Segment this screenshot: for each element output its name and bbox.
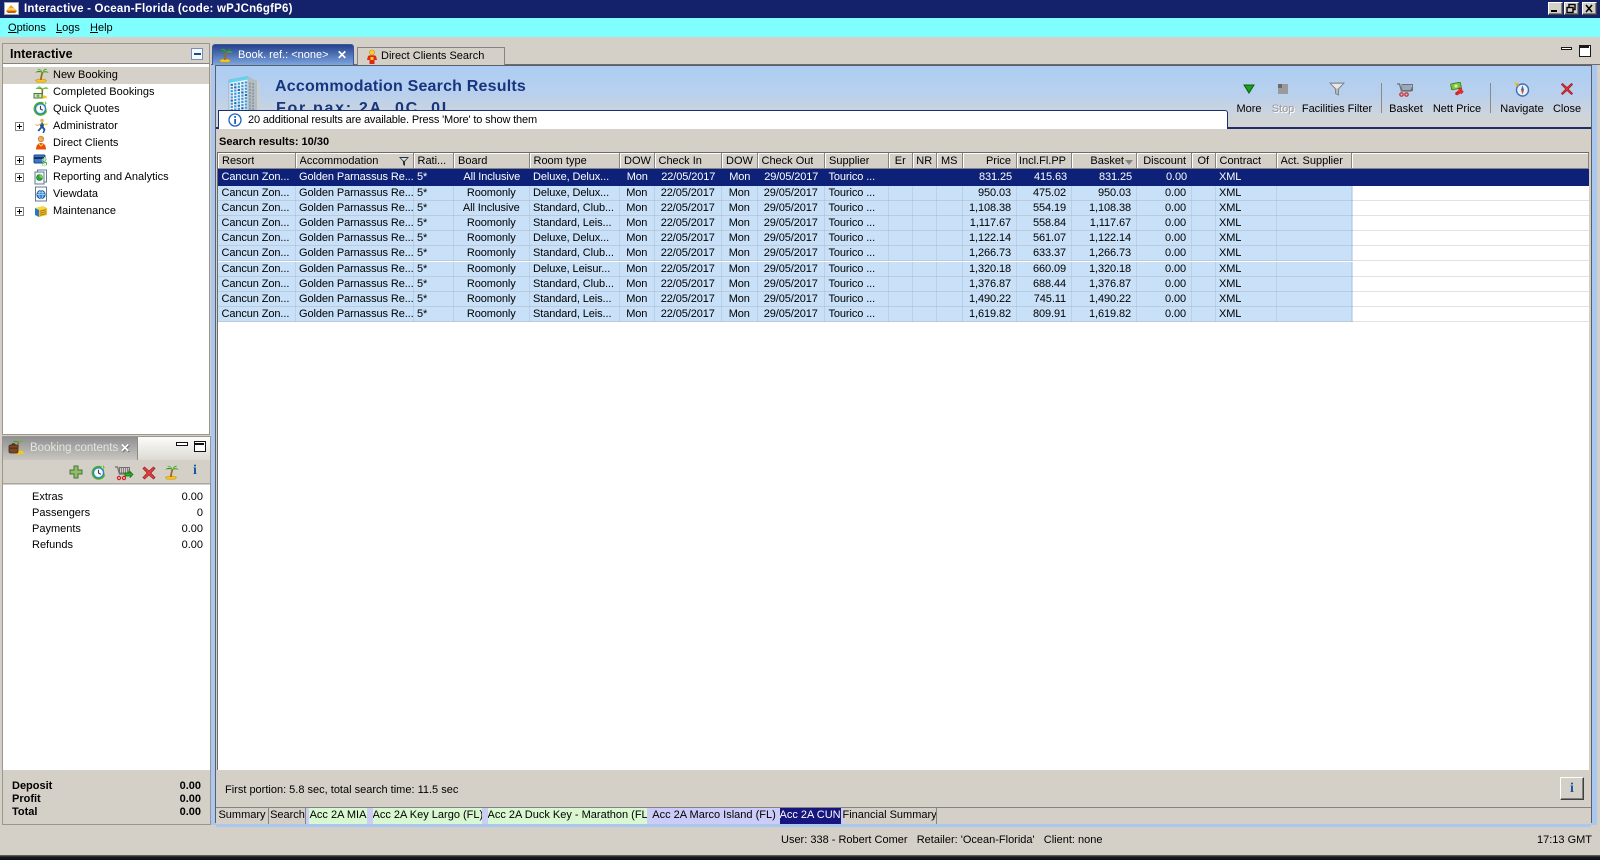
svg-text:$: $ bbox=[42, 155, 48, 168]
